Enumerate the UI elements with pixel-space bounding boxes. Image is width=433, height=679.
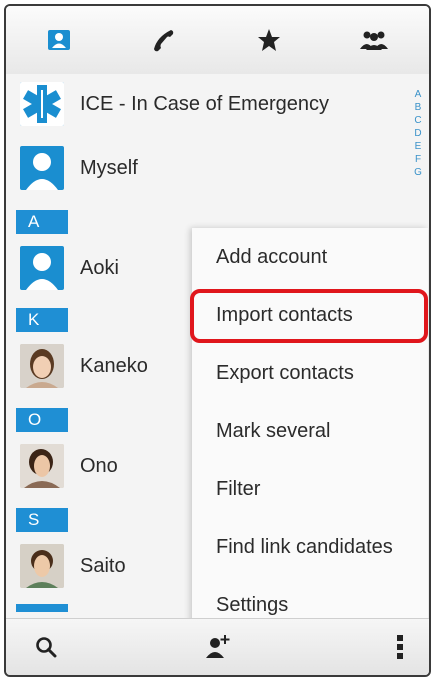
contact-name: Myself — [80, 156, 138, 179]
contact-name: Saito — [80, 554, 126, 577]
search-icon — [36, 637, 57, 658]
tab-groups[interactable] — [321, 6, 426, 74]
menu-item-mark-several[interactable]: Mark several — [192, 402, 428, 460]
menu-item-export-contacts[interactable]: Export contacts — [192, 344, 428, 402]
avatar-placeholder-icon — [20, 146, 64, 190]
overflow-menu-button[interactable] — [370, 619, 429, 675]
star-icon — [257, 29, 280, 51]
overflow-menu-icon — [397, 635, 403, 659]
index-letter[interactable]: F — [411, 153, 425, 166]
tab-favorites[interactable] — [216, 6, 321, 74]
contact-name: Aoki — [80, 256, 119, 279]
contacts-card-icon — [47, 30, 70, 50]
options-menu: Add account Import contacts Export conta… — [192, 228, 428, 628]
index-letter[interactable]: G — [411, 166, 425, 179]
ice-star-of-life-icon — [20, 82, 64, 126]
add-contact-icon — [206, 635, 230, 658]
contact-photo — [20, 344, 64, 388]
menu-item-label: Filter — [216, 477, 261, 500]
add-contact-button[interactable] — [188, 619, 248, 675]
contact-name: Kaneko — [80, 354, 148, 377]
menu-item-add-account[interactable]: Add account — [192, 228, 428, 286]
highlight-box — [190, 289, 428, 343]
contact-name: ICE - In Case of Emergency — [80, 92, 329, 115]
section-header-o: O — [16, 408, 68, 432]
tab-bar — [6, 6, 429, 75]
search-button[interactable] — [16, 619, 76, 675]
index-letter[interactable]: A — [411, 88, 425, 101]
contact-photo — [20, 544, 64, 588]
index-letter[interactable]: E — [411, 140, 425, 153]
section-header-a: A — [16, 210, 68, 234]
menu-item-label: Mark several — [216, 419, 331, 442]
index-letter[interactable]: D — [411, 127, 425, 140]
section-header-s: S — [16, 508, 68, 532]
section-header-k: K — [16, 308, 68, 332]
tab-call-log[interactable] — [111, 6, 216, 74]
contact-row-myself[interactable]: Myself — [6, 138, 429, 198]
menu-item-label: Settings — [216, 593, 289, 616]
avatar-placeholder-icon — [20, 246, 64, 290]
phone-handset-icon — [153, 30, 173, 52]
menu-item-label: Export contacts — [216, 361, 354, 384]
bottom-bar — [6, 618, 429, 675]
groups-icon — [359, 31, 388, 50]
menu-item-label: Add account — [216, 245, 328, 268]
index-letter[interactable]: B — [411, 101, 425, 114]
index-letter[interactable]: C — [411, 114, 425, 127]
contact-photo — [20, 444, 64, 488]
alphabet-index[interactable]: A B C D E F G — [411, 88, 425, 179]
contact-row-ice[interactable]: ICE - In Case of Emergency — [6, 74, 429, 134]
contact-name: Ono — [80, 454, 118, 477]
tab-contacts[interactable] — [6, 6, 111, 74]
menu-item-label: Find link candidates — [216, 535, 393, 558]
phone-screen: ICE - In Case of Emergency Myself A Aoki… — [4, 4, 431, 677]
menu-item-find-link-candidates[interactable]: Find link candidates — [192, 518, 428, 576]
menu-item-filter[interactable]: Filter — [192, 460, 428, 518]
section-header-partial — [16, 604, 68, 612]
